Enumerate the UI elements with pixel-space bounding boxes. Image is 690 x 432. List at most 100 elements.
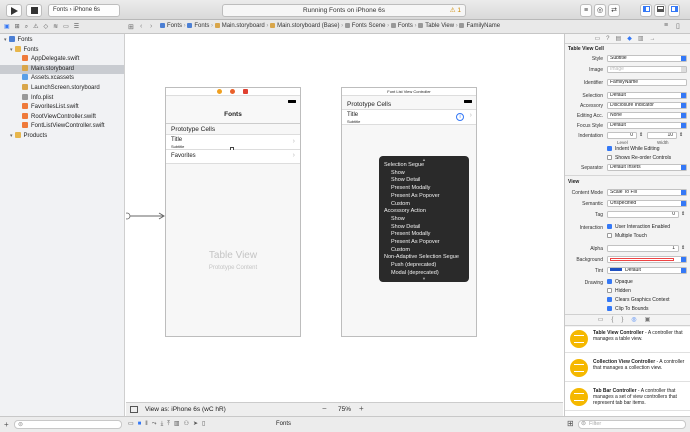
navigator-item[interactable]: FontListViewController.swift — [0, 122, 124, 132]
find-icon[interactable]: ⌕ — [25, 24, 33, 30]
connections-icon[interactable]: → — [649, 36, 661, 42]
navigator-item[interactable]: RootViewController.swift — [0, 112, 124, 123]
view-as-label[interactable]: View as: iPhone 6s (wC hR) — [145, 406, 226, 413]
navigator-item[interactable]: AppDelegate.swift — [0, 55, 124, 65]
menu-item[interactable]: Present As Popover — [391, 193, 440, 199]
debug-icon[interactable]: ≋ — [53, 24, 63, 30]
stepper-icon[interactable]: ⇕ — [639, 132, 643, 138]
hidden-checkbox[interactable]: Hidden — [607, 288, 631, 294]
split-editor-icon[interactable]: ▯ — [676, 22, 680, 30]
clip-to-bounds-checkbox[interactable]: Clip To Bounds — [607, 306, 649, 312]
scheme-selector[interactable]: Fonts › iPhone 6s — [48, 4, 120, 17]
menu-item[interactable]: Modal (deprecated) — [391, 270, 439, 276]
user-interaction-checkbox[interactable]: User Interaction Enabled — [607, 224, 670, 230]
navigator-item[interactable]: LaunchScreen.storyboard — [0, 84, 124, 94]
related-items-icon[interactable]: ⊞ — [128, 23, 136, 31]
breadcrumb-item[interactable]: Main.storyboard — [222, 23, 265, 29]
view-controller-icon[interactable] — [217, 89, 222, 94]
location-icon[interactable]: ➤ — [193, 421, 202, 427]
selection-popup[interactable]: Default — [607, 92, 687, 99]
standard-editor-button[interactable]: ≡ — [580, 4, 592, 17]
navigator-item[interactable]: ▾ Products — [0, 132, 124, 142]
zoom-in-icon[interactable]: + — [359, 404, 364, 413]
run-button[interactable] — [6, 4, 22, 17]
prototype-cell-title[interactable]: Title Subtitle › — [166, 134, 300, 151]
navigation-bar[interactable]: Fonts — [166, 97, 300, 124]
image-combo[interactable]: Image — [607, 66, 687, 73]
media-library-icon[interactable]: ▣ — [645, 317, 659, 323]
warning-badge[interactable]: ⚠ 1 — [450, 5, 461, 16]
document-outline-icon[interactable] — [130, 406, 138, 413]
stepper-icon[interactable]: ⇕ — [681, 245, 685, 251]
disclosure-triangle-icon[interactable]: ▾ — [10, 47, 13, 53]
breakpoint-icon[interactable]: ▭ — [63, 24, 74, 30]
content-mode-popup[interactable]: Scale To Fill — [607, 189, 687, 196]
navigator-item[interactable]: ▾ Fonts — [0, 36, 124, 46]
folder-icon[interactable]: ▣ — [4, 24, 15, 30]
navigator-item[interactable]: ▾ Fonts — [0, 45, 124, 56]
storyboard-canvas[interactable]: Fonts Prototype Cells Title Subtitle › F… — [126, 34, 563, 402]
code-snippet-icon[interactable]: {} — [611, 317, 631, 323]
menu-item[interactable]: Show — [391, 170, 405, 176]
file-icon[interactable]: ▭ — [595, 36, 607, 42]
focus-style-popup[interactable]: Default — [607, 122, 687, 129]
semantic-popup[interactable]: Unspecified — [607, 200, 687, 207]
view-debug-icon[interactable]: ▥ — [174, 421, 184, 427]
indent-width-field[interactable]: 10 — [647, 132, 677, 139]
menu-item[interactable]: Show — [391, 216, 405, 222]
tint-popup[interactable]: Default — [607, 267, 687, 274]
menu-item[interactable]: Push (deprecated) — [391, 262, 436, 268]
add-icon[interactable]: + — [4, 420, 9, 429]
memory-icon[interactable]: ⚇ — [184, 421, 193, 427]
navigator-item[interactable]: Info.plist — [0, 93, 124, 104]
report-icon[interactable]: ☰ — [74, 24, 84, 30]
prototype-cell[interactable]: Title Subtitle i › — [342, 109, 476, 125]
identifier-field[interactable]: FamilyName — [607, 79, 687, 86]
step-over-icon[interactable]: ⤳ — [152, 421, 161, 427]
stepper-icon[interactable]: ⇕ — [679, 132, 683, 138]
menu-item[interactable]: Present Modally — [391, 231, 430, 237]
file-template-icon[interactable]: ▭ — [598, 317, 612, 323]
object-library-icon[interactable]: ◎ — [631, 317, 644, 323]
editing-acc-popup[interactable]: None — [607, 112, 687, 119]
stop-button[interactable] — [26, 4, 42, 17]
disclosure-triangle-icon[interactable]: ▾ — [10, 133, 13, 139]
alpha-field[interactable]: 1 — [607, 245, 679, 252]
first-responder-icon[interactable] — [230, 89, 235, 94]
navigator-selector[interactable]: ▣⊞⌕⚠◇≋▭☰ — [4, 23, 122, 31]
navigator-item[interactable]: FavoritesList.swift — [0, 103, 124, 113]
breadcrumb-item[interactable]: Main.storyboard (Base) — [277, 23, 339, 29]
accessory-popup[interactable]: Disclosure Indicator — [607, 102, 687, 109]
tag-field[interactable]: 0 — [607, 211, 679, 218]
toggle-debug-button[interactable] — [654, 4, 666, 17]
breadcrumb-item[interactable]: Fonts — [398, 23, 413, 29]
library-item[interactable]: Collection View Controller - A controlle… — [565, 356, 690, 382]
symbol-icon[interactable]: ⊞ — [15, 24, 25, 30]
disclosure-triangle-icon[interactable]: ▾ — [4, 37, 7, 43]
opaque-checkbox[interactable]: Opaque — [607, 279, 633, 285]
breadcrumb-item[interactable]: Fonts — [194, 23, 209, 29]
separator-popup[interactable]: Default Insets — [607, 164, 687, 171]
prototype-cell-favorites[interactable]: Favorites › — [166, 150, 300, 164]
add-editor-icon[interactable]: ≡ — [664, 22, 668, 29]
library-item[interactable]: Tab Bar Controller - A controller that m… — [565, 385, 690, 411]
menu-item[interactable]: Present Modally — [391, 185, 430, 191]
navigator-item[interactable]: Assets.xcassets — [0, 74, 124, 84]
attributes-icon[interactable]: ◆ — [627, 36, 638, 42]
menu-item[interactable]: Show Detail — [391, 224, 420, 230]
size-icon[interactable]: ▥ — [638, 36, 650, 42]
menu-item[interactable]: Custom — [391, 247, 410, 253]
device-icon[interactable]: ▯ — [202, 421, 209, 427]
breadcrumb-item[interactable]: FamilyName — [466, 23, 500, 29]
indent-level-field[interactable]: 0 — [607, 132, 637, 139]
console-icon[interactable]: ▭ — [128, 421, 138, 427]
multiple-touch-checkbox[interactable]: Multiple Touch — [607, 233, 647, 239]
segue-popup-menu[interactable]: ▲ ▼ Selection Segue Show Show Detail Presen… — [379, 156, 469, 282]
version-editor-button[interactable]: ⇄ — [608, 4, 620, 17]
issue-icon[interactable]: ⚠ — [33, 24, 43, 30]
step-out-icon[interactable]: ⤒ — [167, 421, 174, 427]
breadcrumb-item[interactable]: Fonts — [167, 23, 182, 29]
library-item[interactable]: Table View Controller - A controller tha… — [565, 327, 690, 353]
jump-bar[interactable]: Fonts › Fonts › Main.storyboard › Main.s… — [160, 23, 500, 32]
indent-while-editing-checkbox[interactable]: Indent While Editing — [607, 146, 659, 152]
